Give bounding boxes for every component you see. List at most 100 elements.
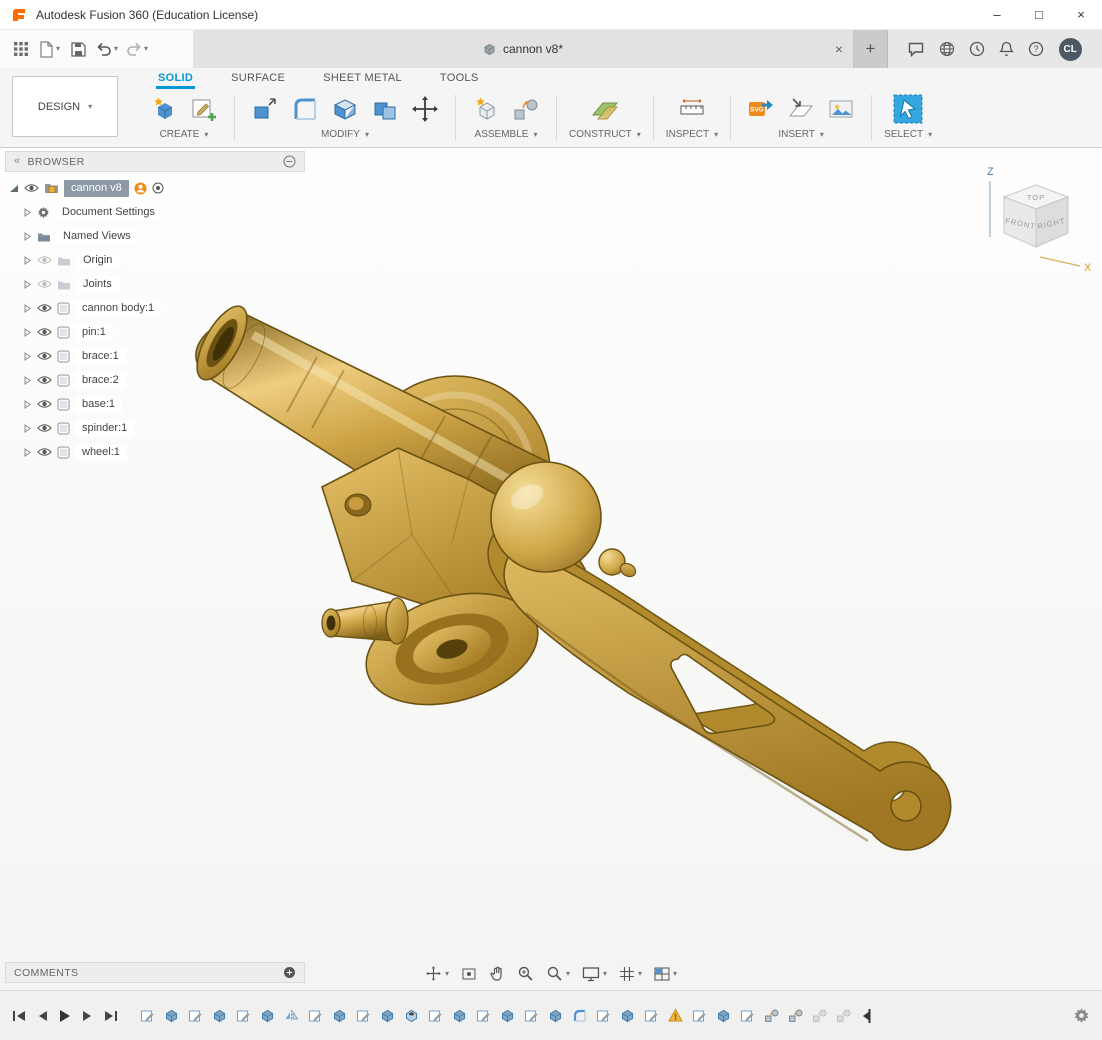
maximize-button[interactable]: □ <box>1018 0 1060 30</box>
view-cube[interactable]: Z X TOP FRONT RIGHT <box>974 161 1096 279</box>
select-button[interactable] <box>890 91 926 127</box>
undo-button[interactable]: ▾ <box>93 35 121 63</box>
timeline-feature-extrude[interactable] <box>328 1005 350 1027</box>
document-tab[interactable]: cannon v8* × <box>193 30 854 68</box>
timeline-feature-hole[interactable] <box>400 1005 422 1027</box>
model-canvas[interactable]: « BROWSER cannon v8 Document Settings Na… <box>0 149 1102 990</box>
eye-icon[interactable] <box>37 399 52 409</box>
pb-skip-start-button[interactable] <box>12 1010 26 1022</box>
expand-arrow-icon[interactable] <box>23 256 32 265</box>
eye-icon[interactable] <box>37 423 52 433</box>
nav-grid-button[interactable]: ▾ <box>619 966 642 982</box>
tree-node-label[interactable]: base:1 <box>75 396 122 413</box>
user-avatar[interactable]: CL <box>1059 38 1082 61</box>
ribbon-tab-tools[interactable]: TOOLS <box>438 68 481 89</box>
browser-header[interactable]: « BROWSER <box>5 151 305 172</box>
nav-fit-button[interactable]: ▾ <box>546 965 570 982</box>
timeline-settings-button[interactable] <box>1073 1007 1090 1024</box>
comments-bar[interactable]: COMMENTS <box>5 962 305 983</box>
nav-zoom-button[interactable] <box>517 965 534 982</box>
timeline-feature-warning[interactable] <box>664 1005 686 1027</box>
timeline-feature-sketch[interactable] <box>520 1005 542 1027</box>
eye-icon[interactable] <box>37 375 52 385</box>
dropdown-caret-icon[interactable]: ▾ <box>603 970 607 978</box>
timeline-feature-extrude[interactable] <box>160 1005 182 1027</box>
tree-node-label[interactable]: cannon body:1 <box>75 300 161 317</box>
group-label-modify[interactable]: MODIFY▾ <box>321 127 369 147</box>
insert-derive-button[interactable] <box>783 91 819 127</box>
timeline-feature-joint-dim[interactable] <box>832 1005 854 1027</box>
insert-canvas-button[interactable] <box>823 91 859 127</box>
expand-arrow-icon[interactable] <box>23 424 32 433</box>
tree-row[interactable]: brace:2 <box>19 369 305 391</box>
app-grid-button[interactable] <box>8 35 34 63</box>
eye-icon[interactable] <box>37 351 52 361</box>
joint-button[interactable] <box>508 91 544 127</box>
construct-plane-button[interactable] <box>587 91 623 127</box>
timeline-feature-mirror[interactable] <box>280 1005 302 1027</box>
tree-row[interactable]: Joints <box>19 273 305 295</box>
group-label-construct[interactable]: CONSTRUCT▾ <box>569 127 641 147</box>
tree-row[interactable]: base:1 <box>19 393 305 415</box>
redo-button[interactable]: ▾ <box>123 35 151 63</box>
timeline-feature-sketch[interactable] <box>736 1005 758 1027</box>
timeline-feature-sketch[interactable] <box>304 1005 326 1027</box>
create-form-button[interactable] <box>146 91 182 127</box>
tree-row[interactable]: wheel:1 <box>19 441 305 463</box>
pb-step-forward-button[interactable] <box>82 1010 93 1022</box>
timeline-feature-sketch[interactable] <box>352 1005 374 1027</box>
nav-orbit-button[interactable]: ▾ <box>425 965 449 982</box>
workspace-selector[interactable]: DESIGN ▾ <box>12 76 118 137</box>
group-label-insert[interactable]: INSERT▾ <box>778 127 824 147</box>
tree-row[interactable]: spinder:1 <box>19 417 305 439</box>
timeline-feature-sketch[interactable] <box>136 1005 158 1027</box>
insert-svg-button[interactable]: SVG <box>743 91 779 127</box>
tree-node-label[interactable]: pin:1 <box>75 324 113 341</box>
tree-row[interactable]: pin:1 <box>19 321 305 343</box>
activate-radio-icon[interactable] <box>152 182 164 194</box>
minimize-button[interactable]: – <box>976 0 1018 30</box>
eye-icon[interactable] <box>24 183 39 193</box>
expand-arrow-icon[interactable] <box>23 280 32 289</box>
tree-node-label[interactable]: Named Views <box>56 228 138 245</box>
measure-button[interactable] <box>674 91 710 127</box>
collapse-panel-icon[interactable]: « <box>14 156 21 167</box>
timeline-feature-marker[interactable] <box>856 1005 878 1027</box>
nav-display-button[interactable]: ▾ <box>582 966 607 982</box>
circle-minus-icon[interactable] <box>283 155 296 168</box>
tree-row[interactable]: brace:1 <box>19 345 305 367</box>
tree-node-label[interactable]: spinder:1 <box>75 420 134 437</box>
tree-node-label[interactable]: wheel:1 <box>75 444 127 461</box>
group-label-inspect[interactable]: INSPECT▾ <box>666 127 718 147</box>
ribbon-tab-solid[interactable]: SOLID <box>156 68 195 89</box>
dropdown-caret-icon[interactable]: ▾ <box>638 970 642 978</box>
press-pull-button[interactable] <box>247 91 283 127</box>
group-label-create[interactable]: CREATE▾ <box>160 127 209 147</box>
timeline-feature-extrude[interactable] <box>544 1005 566 1027</box>
notifications-button[interactable] <box>999 41 1014 57</box>
circle-plus-icon[interactable] <box>283 966 296 979</box>
tree-node-label[interactable]: Document Settings <box>55 204 162 221</box>
save-button[interactable] <box>65 35 91 63</box>
pb-skip-end-button[interactable] <box>104 1010 118 1022</box>
new-component-button[interactable] <box>468 91 504 127</box>
close-button[interactable]: × <box>1060 0 1102 30</box>
ribbon-tab-sheet-metal[interactable]: SHEET METAL <box>321 68 404 89</box>
fillet-button[interactable] <box>287 91 323 127</box>
timeline-feature-sketch[interactable] <box>232 1005 254 1027</box>
web-button[interactable] <box>939 41 955 57</box>
timeline-feature-extrude[interactable] <box>448 1005 470 1027</box>
nav-pan-button[interactable] <box>489 965 505 982</box>
ribbon-tab-surface[interactable]: SURFACE <box>229 68 287 89</box>
timeline-feature-joint-dim[interactable] <box>808 1005 830 1027</box>
timeline-feature-sketch[interactable] <box>592 1005 614 1027</box>
tree-node-label[interactable]: Origin <box>76 252 119 269</box>
dropdown-caret-icon[interactable]: ▾ <box>566 970 570 978</box>
tree-row[interactable]: cannon body:1 <box>19 297 305 319</box>
job-status-button[interactable] <box>969 41 985 57</box>
timeline-feature-sketch[interactable] <box>184 1005 206 1027</box>
timeline-feature-extrude[interactable] <box>208 1005 230 1027</box>
group-label-assemble[interactable]: ASSEMBLE▾ <box>475 127 538 147</box>
tree-node-label[interactable]: brace:1 <box>75 348 126 365</box>
tree-row-root[interactable]: cannon v8 <box>5 177 305 199</box>
